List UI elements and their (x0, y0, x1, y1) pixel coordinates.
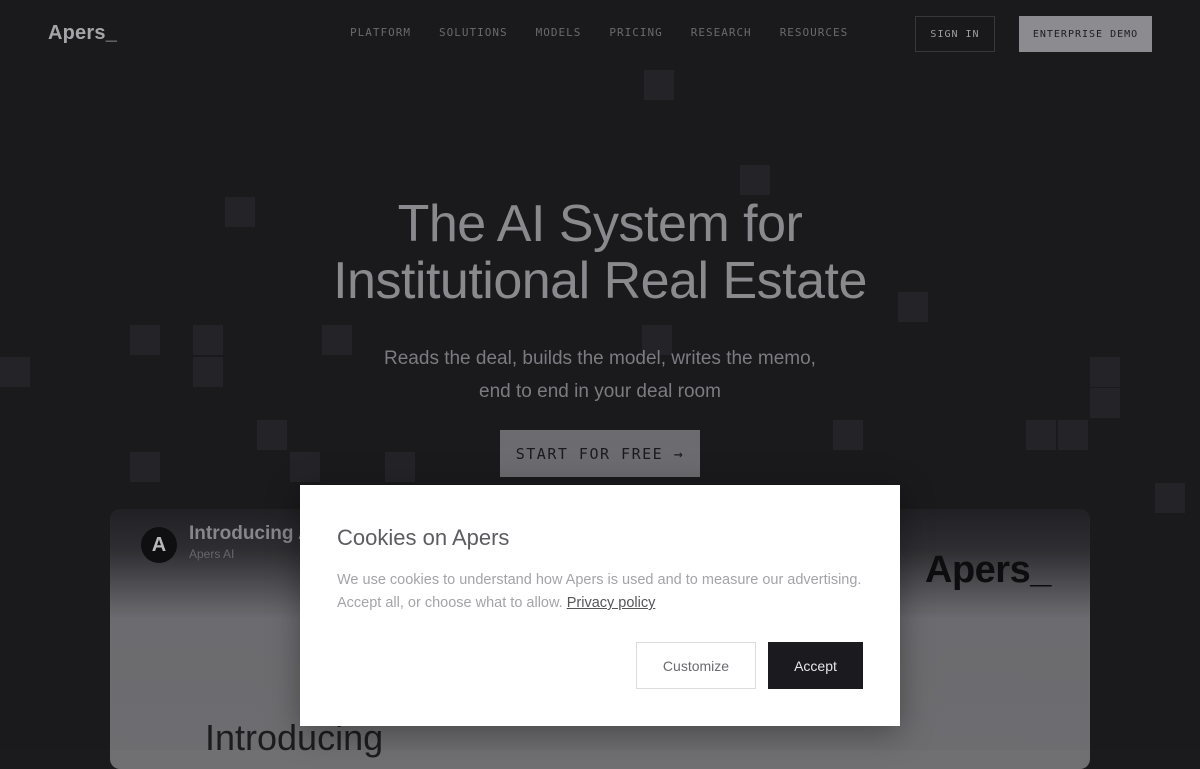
customize-button[interactable]: Customize (636, 642, 756, 689)
cookie-title: Cookies on Apers (337, 525, 510, 550)
cookie-consent-dialog: Cookies on Apers We use cookies to under… (300, 485, 900, 726)
accept-button[interactable]: Accept (768, 642, 863, 689)
privacy-policy-link[interactable]: Privacy policy (567, 595, 656, 611)
cookie-description: We use cookies to understand how Apers i… (337, 569, 867, 615)
